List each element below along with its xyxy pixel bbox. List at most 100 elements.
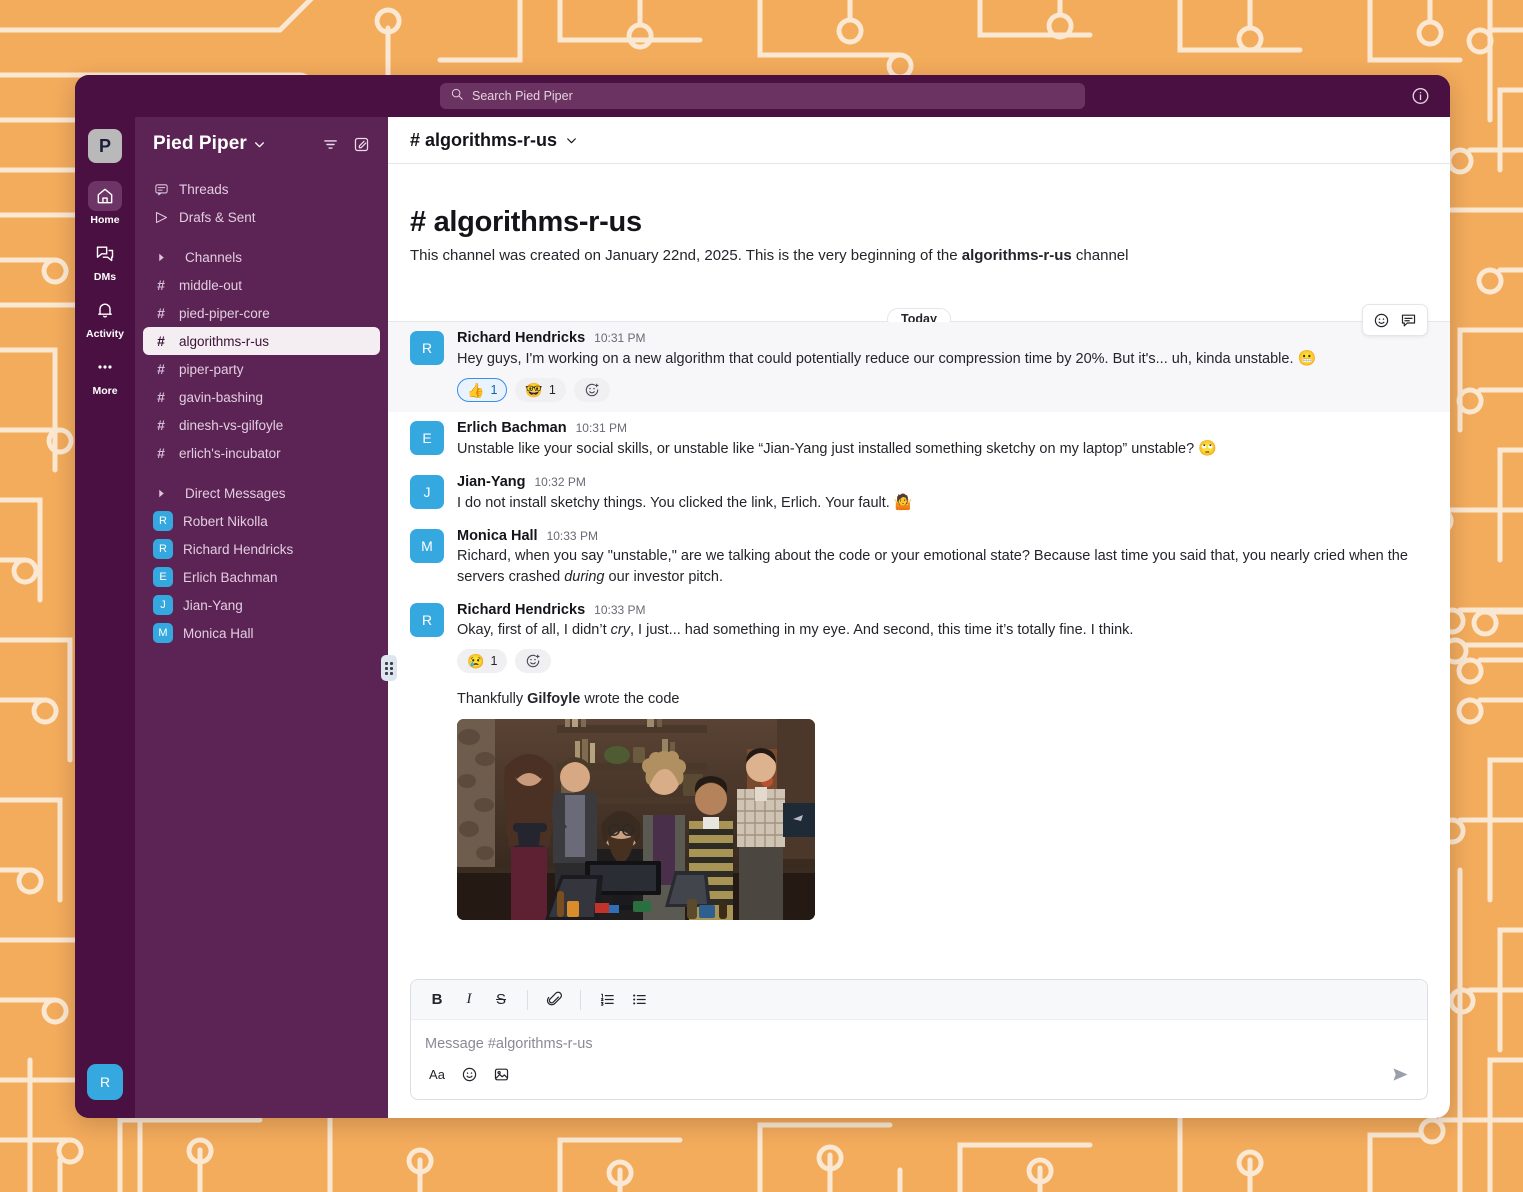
reaction-count: 1	[548, 383, 556, 398]
add-reaction-button[interactable]	[515, 649, 552, 674]
workspace-name[interactable]: Pied Piper	[153, 133, 247, 155]
strikethrough-button[interactable]: S	[487, 986, 515, 1014]
sidebar-section-channels[interactable]: Channels	[143, 243, 380, 271]
message-timestamp[interactable]: 10:33 PM	[547, 529, 598, 543]
message-author[interactable]: Jian-Yang	[457, 474, 526, 490]
image-icon[interactable]	[487, 1061, 515, 1089]
message-timestamp[interactable]: 10:32 PM	[535, 475, 586, 489]
message-author[interactable]: Richard Hendricks	[457, 602, 585, 618]
search-placeholder: Search Pied Piper	[472, 89, 573, 103]
toolbar-divider	[580, 989, 581, 1010]
add-reaction-button[interactable]	[573, 378, 610, 403]
message-timestamp[interactable]: 10:31 PM	[576, 421, 627, 435]
rail-item-dms[interactable]: DMs	[80, 238, 130, 283]
info-circle-icon[interactable]	[1411, 87, 1430, 106]
compose-icon[interactable]	[349, 132, 374, 157]
channel-header-name[interactable]: # algorithms-r-us	[410, 130, 557, 151]
page-title: # algorithms-r-us	[410, 206, 642, 238]
intro-text-end: channel	[1071, 247, 1129, 264]
sidebar-item-label: gavin-bashing	[179, 389, 264, 405]
sidebar-section-label: Direct Messages	[185, 485, 286, 501]
avatar[interactable]: R	[410, 603, 444, 638]
reaction-crying-face[interactable]: 😢 1	[457, 649, 508, 674]
bell-icon	[88, 295, 122, 325]
italic-button[interactable]: I	[455, 986, 483, 1014]
formatting-toolbar: B I S	[411, 980, 1427, 1020]
sidebar-item-piper-party[interactable]: # piper-party	[143, 355, 380, 383]
bulleted-list-icon[interactable]	[625, 986, 653, 1014]
message-text: Richard, when you say "unstable," are we…	[457, 546, 1428, 588]
sidebar-item-label: piper-party	[179, 361, 244, 377]
sidebar-item-drafts-sent[interactable]: Drafs & Sent	[143, 203, 380, 231]
avatar[interactable]: E	[410, 421, 444, 456]
reaction-thumbs-up[interactable]: 👍 1	[457, 378, 508, 403]
rail-item-activity[interactable]: Activity	[80, 295, 130, 340]
message-reactions: 😢 1	[457, 649, 1428, 674]
workspace-logo-button[interactable]: P	[88, 129, 122, 163]
sidebar-item-dm-robert-nikolla[interactable]: R Robert Nikolla	[143, 507, 380, 535]
caption-start: Thankfully	[457, 691, 528, 708]
sidebar-item-label: algorithms-r-us	[179, 333, 270, 349]
chevron-down-icon[interactable]	[565, 134, 578, 147]
formatting-toggle-button[interactable]: Aa	[423, 1061, 451, 1089]
avatar: M	[153, 623, 173, 643]
sidebar-item-threads[interactable]: Threads	[143, 175, 380, 203]
message-item: R Richard Hendricks 10:31 PM Hey guys, I…	[388, 304, 1450, 413]
sidebar-section-direct-messages[interactable]: Direct Messages	[143, 479, 380, 507]
channel-intro-text: This channel was created on January 22nd…	[410, 247, 1428, 264]
sidebar-item-dm-erlich-bachman[interactable]: E Erlich Bachman	[143, 563, 380, 591]
bold-button[interactable]: B	[423, 986, 451, 1014]
paperclip-icon[interactable]	[540, 986, 568, 1014]
sidebar-item-erlichs-incubator[interactable]: # erlich's-incubator	[143, 439, 380, 467]
avatar[interactable]: R	[87, 1064, 123, 1100]
crying-face-emoji: 😢	[467, 653, 485, 670]
reaction-nerd-face[interactable]: 🤓 1	[515, 378, 566, 403]
attachment-image[interactable]	[457, 719, 815, 921]
thumbs-up-emoji: 👍	[467, 382, 485, 399]
channel-header: # algorithms-r-us	[388, 117, 1450, 164]
message-author[interactable]: Monica Hall	[457, 528, 538, 544]
sidebar-item-algorithms-r-us[interactable]: # algorithms-r-us	[143, 327, 380, 355]
message-author[interactable]: Richard Hendricks	[457, 330, 585, 346]
sidebar-item-dm-richard-hendricks[interactable]: R Richard Hendricks	[143, 535, 380, 563]
sidebar-item-dm-monica-hall[interactable]: M Monica Hall	[143, 619, 380, 647]
reply-in-thread-icon[interactable]	[1397, 309, 1420, 332]
sidebar-item-dinesh-vs-gilfoyle[interactable]: # dinesh-vs-gilfoyle	[143, 411, 380, 439]
message-author[interactable]: Erlich Bachman	[457, 420, 567, 436]
avatar[interactable]: M	[410, 529, 444, 564]
ordered-list-icon[interactable]	[593, 986, 621, 1014]
sidebar-item-pied-piper-core[interactable]: # pied-piper-core	[143, 299, 380, 327]
filter-icon[interactable]	[318, 132, 343, 157]
message-body-part: our investor pitch.	[604, 569, 723, 586]
rail-item-more[interactable]: More	[80, 352, 130, 397]
add-reaction-icon	[584, 382, 600, 398]
sidebar-resize-handle[interactable]	[381, 655, 397, 681]
rail-item-label: DMs	[93, 271, 117, 283]
message-timestamp[interactable]: 10:31 PM	[594, 331, 645, 345]
rail-item-label: Home	[90, 214, 120, 226]
sidebar-item-middle-out[interactable]: # middle-out	[143, 271, 380, 299]
avatar[interactable]: R	[410, 331, 444, 365]
message-body: I do not install sketchy things. You cli…	[457, 495, 890, 512]
sidebar-item-gavin-bashing[interactable]: # gavin-bashing	[143, 383, 380, 411]
avatar[interactable]: J	[410, 475, 444, 510]
sidebar-item-label: pied-piper-core	[179, 305, 270, 321]
message-timestamp[interactable]: 10:33 PM	[594, 603, 645, 617]
add-reaction-icon[interactable]	[1370, 309, 1393, 332]
intro-text-start: This channel was created on January 22nd…	[410, 247, 962, 264]
emoji-icon[interactable]	[455, 1061, 483, 1089]
intro-channel-name: algorithms-r-us	[961, 247, 1072, 264]
caption-end: wrote the code	[580, 691, 680, 708]
chevron-down-icon[interactable]	[253, 138, 266, 151]
send-button[interactable]	[1384, 1060, 1417, 1089]
rail-item-home[interactable]: Home	[80, 181, 130, 226]
sidebar-item-label: Threads	[179, 181, 229, 197]
sidebar-item-dm-jian-yang[interactable]: J Jian-Yang	[143, 591, 380, 619]
message-item: E Erlich Bachman 10:31 PM Unstable like …	[388, 412, 1450, 466]
toolbar-divider	[527, 989, 528, 1010]
search-input[interactable]: Search Pied Piper	[440, 83, 1085, 109]
message-body-italic: cry	[610, 622, 630, 639]
sidebar-item-label: Robert Nikolla	[183, 513, 268, 529]
message-input[interactable]: Message #algorithms-r-us	[411, 1020, 1427, 1054]
message-body: Unstable like your social skills, or uns…	[457, 441, 1195, 458]
